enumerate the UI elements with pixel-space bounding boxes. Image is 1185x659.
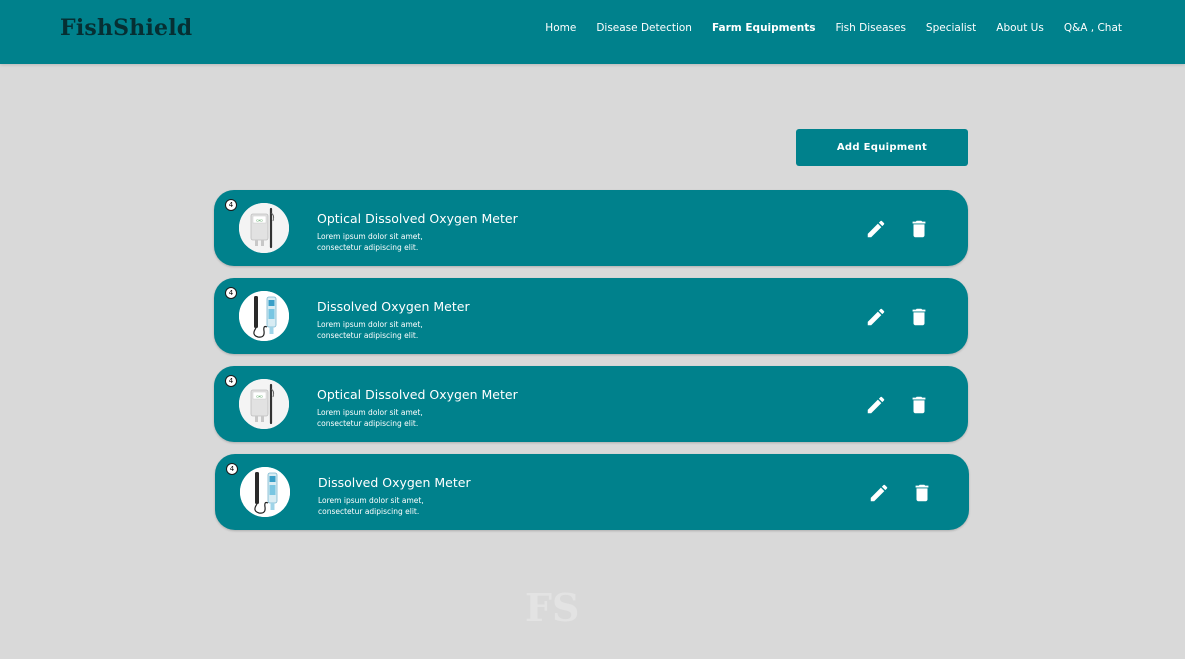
equipment-description: Lorem ipsum dolor sit amet, consectetur … <box>317 319 477 341</box>
watermark-logo: FS <box>525 585 580 630</box>
equipment-image <box>240 467 290 517</box>
nav-fish-diseases[interactable]: Fish Diseases <box>835 22 905 34</box>
nav-specialist[interactable]: Specialist <box>926 22 976 34</box>
description-line: Lorem ipsum dolor sit amet, <box>317 320 423 329</box>
description-line: consectetur adipiscing elit. <box>317 331 419 340</box>
count-badge: 4 <box>225 199 237 211</box>
brand-logo[interactable]: FishShield <box>60 15 192 41</box>
count-badge: 4 <box>225 287 237 299</box>
pencil-icon[interactable] <box>865 218 887 240</box>
description-line: consectetur adipiscing elit. <box>317 419 419 428</box>
description-line: Lorem ipsum dolor sit amet, <box>318 496 424 505</box>
count-badge: 4 <box>225 375 237 387</box>
pencil-icon[interactable] <box>865 394 887 416</box>
trash-icon[interactable] <box>908 394 930 416</box>
pencil-icon[interactable] <box>868 482 890 504</box>
top-navbar: FishShield Home Disease Detection Farm E… <box>0 0 1185 64</box>
equipment-card: 4 Optical Dissolved Oxygen Meter Lorem i… <box>214 366 968 442</box>
nav-qa-chat[interactable]: Q&A , Chat <box>1064 22 1122 34</box>
equipment-card: 4 Optical Dissolved Oxygen Meter Lorem i… <box>214 190 968 266</box>
main-nav: Home Disease Detection Farm Equipments F… <box>525 22 1122 34</box>
equipment-title: Optical Dissolved Oxygen Meter <box>317 387 518 402</box>
equipment-title: Dissolved Oxygen Meter <box>318 475 471 490</box>
trash-icon[interactable] <box>908 218 930 240</box>
nav-home[interactable]: Home <box>545 22 576 34</box>
count-badge: 4 <box>226 463 238 475</box>
equipment-image <box>239 203 289 253</box>
description-line: consectetur adipiscing elit. <box>317 243 419 252</box>
equipment-description: Lorem ipsum dolor sit amet, consectetur … <box>318 495 478 517</box>
equipment-image <box>239 379 289 429</box>
nav-disease-detection[interactable]: Disease Detection <box>596 22 692 34</box>
description-line: Lorem ipsum dolor sit amet, <box>317 232 423 241</box>
equipment-description: Lorem ipsum dolor sit amet, consectetur … <box>317 231 477 253</box>
description-line: consectetur adipiscing elit. <box>318 507 420 516</box>
equipment-title: Dissolved Oxygen Meter <box>317 299 470 314</box>
equipment-title: Optical Dissolved Oxygen Meter <box>317 211 518 226</box>
description-line: Lorem ipsum dolor sit amet, <box>317 408 423 417</box>
trash-icon[interactable] <box>908 306 930 328</box>
equipment-card: 4 Dissolved Oxygen Meter Lorem ipsum dol… <box>214 278 968 354</box>
nav-farm-equipments[interactable]: Farm Equipments <box>712 22 816 34</box>
trash-icon[interactable] <box>911 482 933 504</box>
equipment-image <box>239 291 289 341</box>
equipment-description: Lorem ipsum dolor sit amet, consectetur … <box>317 407 477 429</box>
add-equipment-button[interactable]: Add Equipment <box>796 129 968 166</box>
nav-about-us[interactable]: About Us <box>996 22 1044 34</box>
pencil-icon[interactable] <box>865 306 887 328</box>
equipment-card: 4 Dissolved Oxygen Meter Lorem ipsum dol… <box>215 454 969 530</box>
